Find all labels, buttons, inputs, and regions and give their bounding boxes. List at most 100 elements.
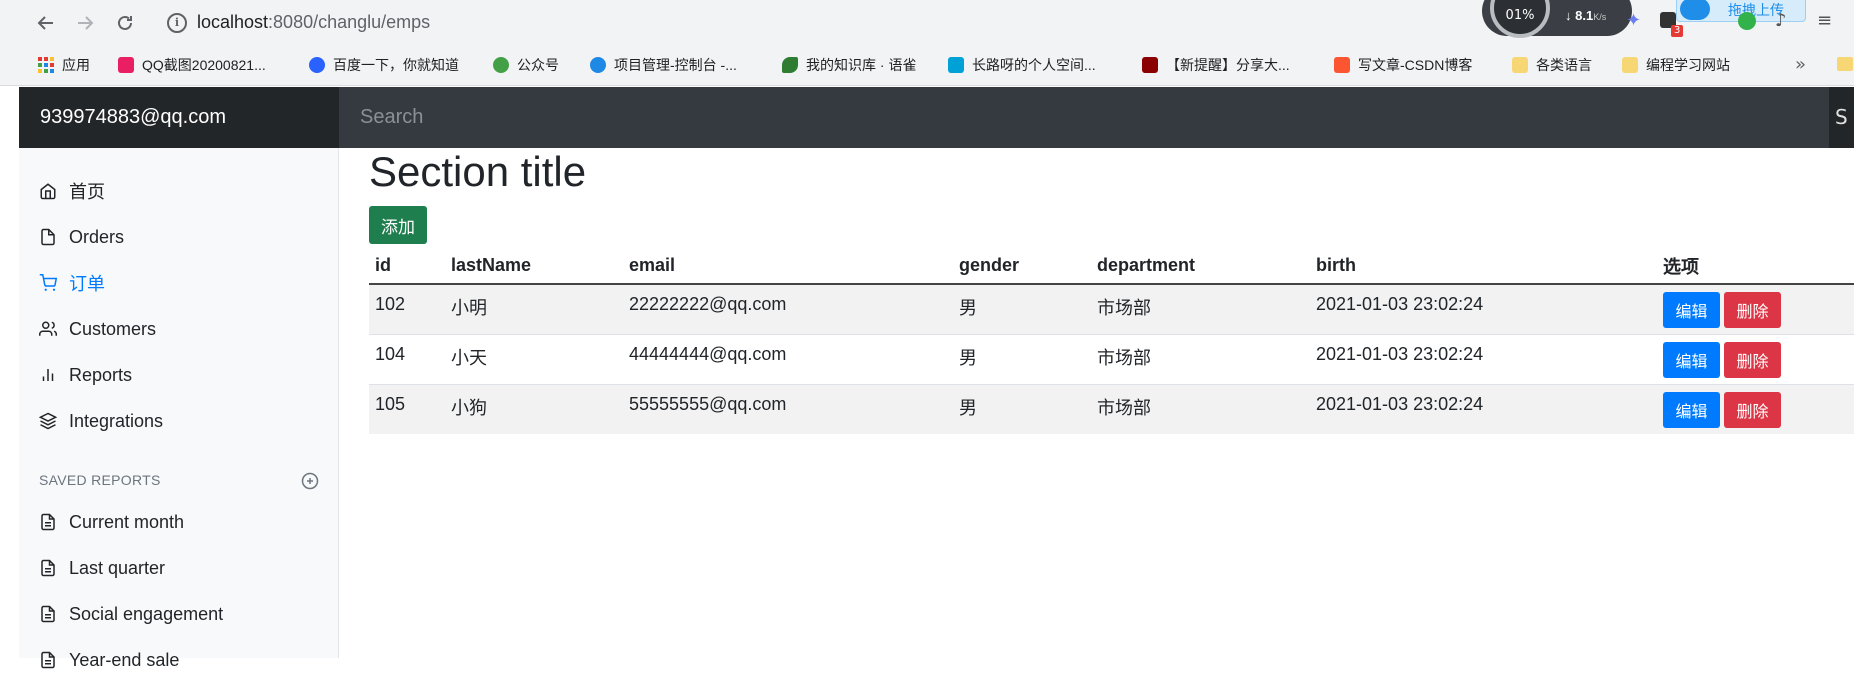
cell-lastname: 小明 xyxy=(445,283,623,334)
sidebar-item-orders[interactable]: Orders xyxy=(19,222,339,252)
sign-out-link[interactable]: S xyxy=(1829,87,1854,148)
sidebar-item-dingdan[interactable]: 订单 xyxy=(19,268,339,298)
sidebar-item-integrations[interactable]: Integrations xyxy=(19,406,339,436)
cell-birth: 2021-01-03 23:02:24 xyxy=(1310,283,1657,334)
column-header-birth: birth xyxy=(1310,248,1657,285)
bookmark-label: 各类语言 xyxy=(1536,57,1592,73)
file-text-icon xyxy=(41,605,55,623)
cell-birth: 2021-01-03 23:02:24 xyxy=(1310,333,1657,384)
bookmark-bilibili[interactable]: 长路呀的个人空间... xyxy=(948,55,1096,75)
file-icon xyxy=(41,228,55,246)
site-info-icon[interactable]: i xyxy=(167,13,187,33)
sidebar-item-current-month[interactable]: Current month xyxy=(19,507,339,537)
url-host: localhost xyxy=(197,12,269,32)
column-header-options: 选项 xyxy=(1657,248,1854,285)
bookmark-forum[interactable]: 【新提醒】分享大... xyxy=(1142,55,1290,75)
bookmark-label: 编程学习网站 xyxy=(1646,57,1730,73)
bookmark-label: 百度一下，你就知道 xyxy=(333,57,459,73)
column-header-gender: gender xyxy=(953,248,1091,285)
sidebar-item-label: Integrations xyxy=(69,410,164,431)
bookmark-wechat-official[interactable]: 公众号 xyxy=(493,55,559,75)
bookmark-label: 长路呀的个人空间... xyxy=(972,57,1096,73)
add-employee-button[interactable]: 添加 xyxy=(369,206,427,244)
bookmark-label: 写文章-CSDN博客 xyxy=(1358,57,1473,73)
search-input[interactable] xyxy=(339,87,1829,148)
cell-email: 44444444@qq.com xyxy=(623,333,953,384)
sidebar-item-label: Reports xyxy=(69,364,133,385)
sidebar-item-social-engagement[interactable]: Social engagement xyxy=(19,599,339,629)
navbar-brand[interactable]: 939974883@qq.com xyxy=(19,87,339,148)
apps-grid-icon xyxy=(38,57,54,73)
cell-gender: 男 xyxy=(953,283,1091,334)
green-extension-icon[interactable] xyxy=(1738,12,1756,30)
bookmark-apps[interactable]: 应用 xyxy=(38,55,90,75)
column-header-department: department xyxy=(1091,248,1310,285)
wechat-icon xyxy=(493,57,509,73)
bookmark-label: 【新提醒】分享大... xyxy=(1166,57,1290,73)
folder-icon xyxy=(1512,57,1528,73)
bookmark-yuque[interactable]: 我的知识库 · 语雀 xyxy=(782,55,916,75)
table-header-row: id lastName email gender department birt… xyxy=(369,248,1854,285)
browser-chrome: i localhost:8080/changlu/emps 01% ↓ 8.1K… xyxy=(0,0,1854,86)
edit-button[interactable]: 编辑 xyxy=(1663,292,1720,328)
table-row: 105 小狗 55555555@qq.com 男 市场部 2021-01-03 … xyxy=(369,383,1854,434)
reading-list-icon[interactable]: ≡ xyxy=(1817,10,1832,31)
bookmark-folder-languages[interactable]: 各类语言 xyxy=(1512,55,1592,75)
bookmark-csdn[interactable]: 写文章-CSDN博客 xyxy=(1334,55,1472,75)
huc-logo-icon xyxy=(1142,57,1158,73)
yuque-leaf-icon xyxy=(782,57,798,73)
sidebar-item-label: 首页 xyxy=(69,182,105,202)
cell-department: 市场部 xyxy=(1091,383,1310,434)
bookmark-baidu[interactable]: 百度一下，你就知道 xyxy=(309,55,459,75)
forward-arrow-icon[interactable] xyxy=(73,11,97,35)
delete-button[interactable]: 删除 xyxy=(1724,341,1781,378)
sidebar-item-label: Customers xyxy=(69,318,157,339)
page-title: Section title xyxy=(369,148,587,195)
file-text-icon xyxy=(41,559,55,577)
bookmarks-overflow-chevron[interactable]: » xyxy=(1795,54,1806,75)
cell-department: 市场部 xyxy=(1091,333,1310,384)
baidu-paw-icon xyxy=(309,57,325,73)
sidebar-item-reports[interactable]: Reports xyxy=(19,360,339,390)
folder-icon[interactable] xyxy=(1837,57,1853,71)
bookmark-label: QQ截图20200821... xyxy=(142,57,266,73)
bookmarks-bar: 应用 QQ截图20200821... 百度一下，你就知道 公众号 项目管理-控制… xyxy=(0,46,1854,84)
cell-lastname: 小天 xyxy=(445,333,623,384)
music-extension-icon[interactable]: ♪ xyxy=(1775,10,1787,31)
cell-gender: 男 xyxy=(953,333,1091,384)
sidebar-item-home[interactable]: 首页 xyxy=(19,176,339,206)
bookmark-folder-learning[interactable]: 编程学习网站 xyxy=(1622,55,1730,75)
ext-ring-text: 01% xyxy=(1505,8,1535,23)
shopping-cart-icon xyxy=(39,274,57,291)
back-arrow-icon[interactable] xyxy=(34,11,58,35)
sidebar-item-customers[interactable]: Customers xyxy=(19,314,339,344)
sidebar-item-last-quarter[interactable]: Last quarter xyxy=(19,553,339,583)
star-extension-icon[interactable]: ✦ xyxy=(1626,10,1641,31)
bookmark-label: 项目管理-控制台 -... xyxy=(614,57,737,73)
delete-button[interactable]: 删除 xyxy=(1724,292,1781,328)
bar-chart-icon xyxy=(42,369,54,381)
sidebar-item-label: 订单 xyxy=(69,274,105,294)
reload-icon[interactable] xyxy=(113,11,137,35)
url-text[interactable]: localhost:8080/changlu/emps xyxy=(197,12,430,33)
bookmark-qq-screenshot[interactable]: QQ截图20200821... xyxy=(118,55,266,75)
cell-email: 55555555@qq.com xyxy=(623,383,953,434)
cell-lastname: 小狗 xyxy=(445,383,623,434)
tu-logo-icon xyxy=(118,57,134,73)
bookmark-project-console[interactable]: 项目管理-控制台 -... xyxy=(590,55,737,75)
cell-actions: 编辑 删除 xyxy=(1657,283,1854,334)
cell-department: 市场部 xyxy=(1091,283,1310,334)
edit-button[interactable]: 编辑 xyxy=(1663,341,1720,378)
sidebar-item-year-end-sale[interactable]: Year-end sale xyxy=(19,645,339,675)
cell-gender: 男 xyxy=(953,383,1091,434)
saved-reports-heading: SAVED REPORTS xyxy=(39,472,161,488)
sidebar-item-label: Current month xyxy=(69,511,185,532)
delete-button[interactable]: 删除 xyxy=(1724,391,1781,428)
sidebar: 首页 Orders 订单 Customers Reports Integrati… xyxy=(19,148,339,670)
edit-button[interactable]: 编辑 xyxy=(1663,391,1720,428)
cell-actions: 编辑 删除 xyxy=(1657,383,1854,434)
users-icon xyxy=(39,321,57,336)
main-content: Section title 添加 id lastName email gende… xyxy=(339,148,1854,658)
plus-circle-icon[interactable] xyxy=(301,472,319,490)
sidebar-item-label: Last quarter xyxy=(69,557,166,578)
